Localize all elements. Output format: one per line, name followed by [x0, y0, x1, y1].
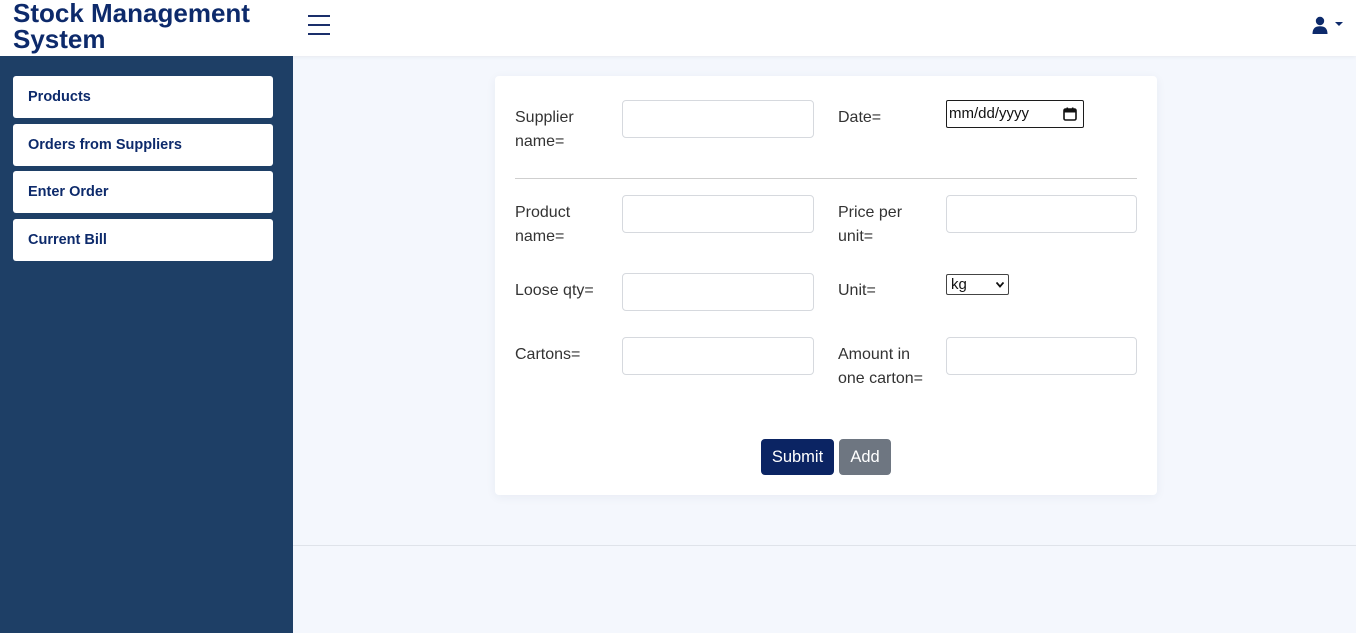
amount-in-carton-input[interactable]	[946, 337, 1137, 375]
loose-qty-label: Loose qty=	[515, 282, 594, 299]
date-label: Date=	[838, 109, 882, 126]
calendar-icon[interactable]	[1063, 107, 1077, 121]
user-icon	[1312, 16, 1328, 34]
unit-selected-value: kg	[951, 276, 967, 293]
supplier-name-input[interactable]	[622, 100, 814, 138]
add-button[interactable]: Add	[839, 439, 891, 475]
supplier-name-label: Supplier name=	[515, 109, 574, 150]
sidebar-item-enter-order[interactable]: Enter Order	[13, 171, 273, 213]
date-input[interactable]: mm/dd/yyyy	[946, 100, 1084, 128]
form-divider	[515, 178, 1137, 179]
user-menu-button[interactable]	[1311, 16, 1345, 36]
sidebar: Products Orders from Suppliers Enter Ord…	[0, 56, 293, 633]
loose-qty-input[interactable]	[622, 273, 814, 311]
chevron-down-icon	[996, 282, 1004, 288]
amount-in-carton-label: Amount in one carton=	[838, 346, 923, 387]
order-form-card: Supplier name= Date= mm/dd/yyyy Product …	[495, 76, 1157, 495]
cartons-label: Cartons=	[515, 346, 581, 363]
price-per-unit-input[interactable]	[946, 195, 1137, 233]
sidebar-item-products[interactable]: Products	[13, 76, 273, 118]
date-placeholder: mm/dd/yyyy	[949, 105, 1030, 122]
product-name-input[interactable]	[622, 195, 814, 233]
footer-divider	[293, 545, 1356, 546]
product-name-label: Product name=	[515, 204, 571, 245]
top-bar: Stock Management System	[0, 0, 1356, 56]
app-title: Stock Management System	[13, 0, 250, 54]
chevron-down-icon	[1335, 22, 1343, 26]
unit-select[interactable]: kg	[946, 274, 1009, 295]
sidebar-item-current-bill[interactable]: Current Bill	[13, 219, 273, 261]
unit-label: Unit=	[838, 282, 876, 299]
price-per-unit-label: Price per unit=	[838, 204, 903, 245]
cartons-input[interactable]	[622, 337, 814, 375]
hamburger-icon[interactable]	[308, 15, 330, 35]
submit-button[interactable]: Submit	[761, 439, 834, 475]
sidebar-item-orders-from-suppliers[interactable]: Orders from Suppliers	[13, 124, 273, 166]
